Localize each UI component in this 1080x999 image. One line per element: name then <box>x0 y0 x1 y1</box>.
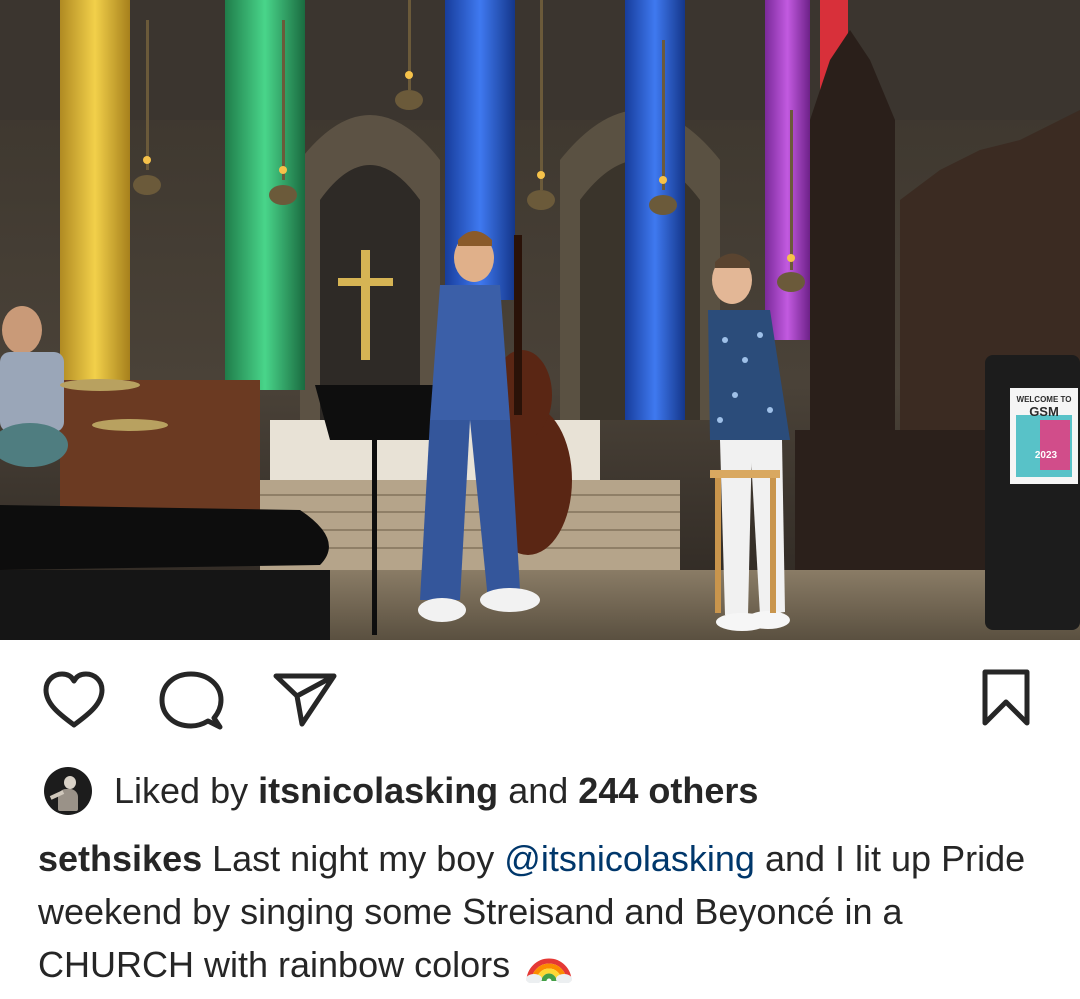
post-image[interactable]: WELCOME TO GSM 2023 <box>0 0 1080 640</box>
liker-avatar[interactable] <box>44 767 92 815</box>
sign-line1: WELCOME TO <box>1017 395 1072 404</box>
rainbow-emoji-icon <box>526 941 573 997</box>
stage-photo: WELCOME TO GSM 2023 <box>0 0 1080 640</box>
caption-text-before: Last night my boy <box>212 838 495 879</box>
caption-mention[interactable]: @itsnicolasking <box>504 838 755 879</box>
liker-username[interactable]: itsnicolasking <box>258 770 498 812</box>
bookmark-outline-icon[interactable] <box>980 668 1032 728</box>
likes-and: and <box>508 770 569 811</box>
speech-bubble-icon[interactable] <box>158 670 224 732</box>
likes-prefix: Liked by <box>114 770 249 811</box>
likes-summary: Liked by itsnicolasking and 244 others <box>44 765 758 817</box>
caption-author[interactable]: sethsikes <box>38 838 202 879</box>
sign-line2: GSM <box>1029 404 1059 419</box>
heart-outline-icon[interactable] <box>40 670 108 730</box>
post-caption: sethsikes Last night my boy @itsnicolask… <box>38 832 1058 997</box>
likes-count[interactable]: 244 others <box>578 770 758 812</box>
sign-year: 2023 <box>1035 450 1058 461</box>
paper-plane-icon[interactable] <box>272 670 338 728</box>
